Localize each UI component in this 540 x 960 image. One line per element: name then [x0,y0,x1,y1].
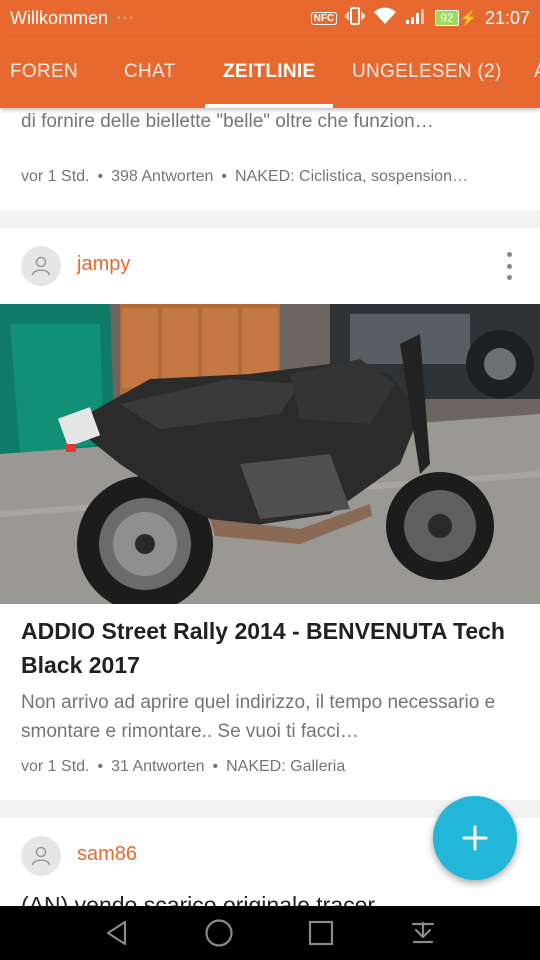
status-time: 21:07 [484,7,530,28]
post-image[interactable] [0,304,540,604]
notification-pulldown-icon[interactable] [408,918,438,948]
post-title[interactable]: ADDIO Street Rally 2014 - BENVENUTA Tech… [21,614,521,682]
post-time: vor 1 Std. [21,168,90,185]
wifi-icon [373,7,397,30]
charging-icon: ⚡ [459,9,477,26]
user-icon [31,256,51,276]
meta-separator: • [97,758,104,775]
post-author-row: jampy [0,228,540,304]
more-options-icon[interactable] [500,252,518,280]
post-meta: vor 1 Std. • 31 Antworten • NAKED: Galleria [21,758,521,776]
post-excerpt: Non arrivo ad aprire quel indirizzo, il … [21,692,496,742]
post-replies: 31 Antworten [111,758,205,775]
signal-icon [405,7,427,30]
tab-zeitlinie[interactable]: ZEITLINIE [204,36,334,108]
recents-icon[interactable] [306,918,336,948]
plus-icon [462,825,488,851]
nfc-icon: NFC [310,11,338,25]
avatar[interactable] [21,836,61,876]
tab-partial[interactable]: A [534,36,540,108]
notification-more-icon: ··· [116,9,135,26]
post-time: vor 1 Std. [21,758,90,775]
user-icon [31,846,51,866]
post-forum[interactable]: NAKED: Ciclistica, sospension… [235,168,468,185]
post-replies: 398 Antworten [111,168,214,185]
new-post-button[interactable] [433,796,517,880]
timeline-feed[interactable]: Grazie a te/voi della fiducia che mi dat… [0,108,540,906]
post-card[interactable]: jampy ADDIO Street Rally 2014 - BENVENUT… [0,228,540,800]
tab-ungelesen[interactable]: UNGELESEN (2) [352,36,502,108]
home-icon[interactable] [204,918,234,948]
post-title[interactable]: (AN) vendo scarico originale tracer [21,888,521,906]
post-meta: vor 1 Std. • 398 Antworten • NAKED: Ciclisti… [21,168,521,186]
status-bar: Willkommen ··· NFC 92 ⚡ 21:07 [0,0,540,36]
post-excerpt: Grazie a te/voi della fiducia che mi dat… [21,111,434,132]
post-author[interactable]: jampy [77,253,130,276]
vibrate-icon [345,6,365,31]
status-icons: NFC 92 ⚡ 21:07 [310,6,530,31]
tab-foren[interactable]: FOREN [10,36,78,108]
status-app-name: Willkommen [10,7,109,28]
system-nav-bar [0,906,540,960]
tab-bar: FOREN CHAT ZEITLINIE UNGELESEN (2) A [0,36,540,108]
meta-separator: • [212,758,219,775]
meta-separator: • [221,168,227,185]
battery-icon: 92 ⚡ [435,10,477,27]
meta-separator: • [97,168,104,185]
post-forum[interactable]: NAKED: Galleria [226,758,345,775]
back-icon[interactable] [102,918,132,948]
post-author[interactable]: sam86 [77,843,137,866]
tab-chat[interactable]: CHAT [124,36,176,108]
battery-level: 92 [435,10,459,26]
post-card[interactable]: Grazie a te/voi della fiducia che mi dat… [0,108,540,210]
avatar[interactable] [21,246,61,286]
